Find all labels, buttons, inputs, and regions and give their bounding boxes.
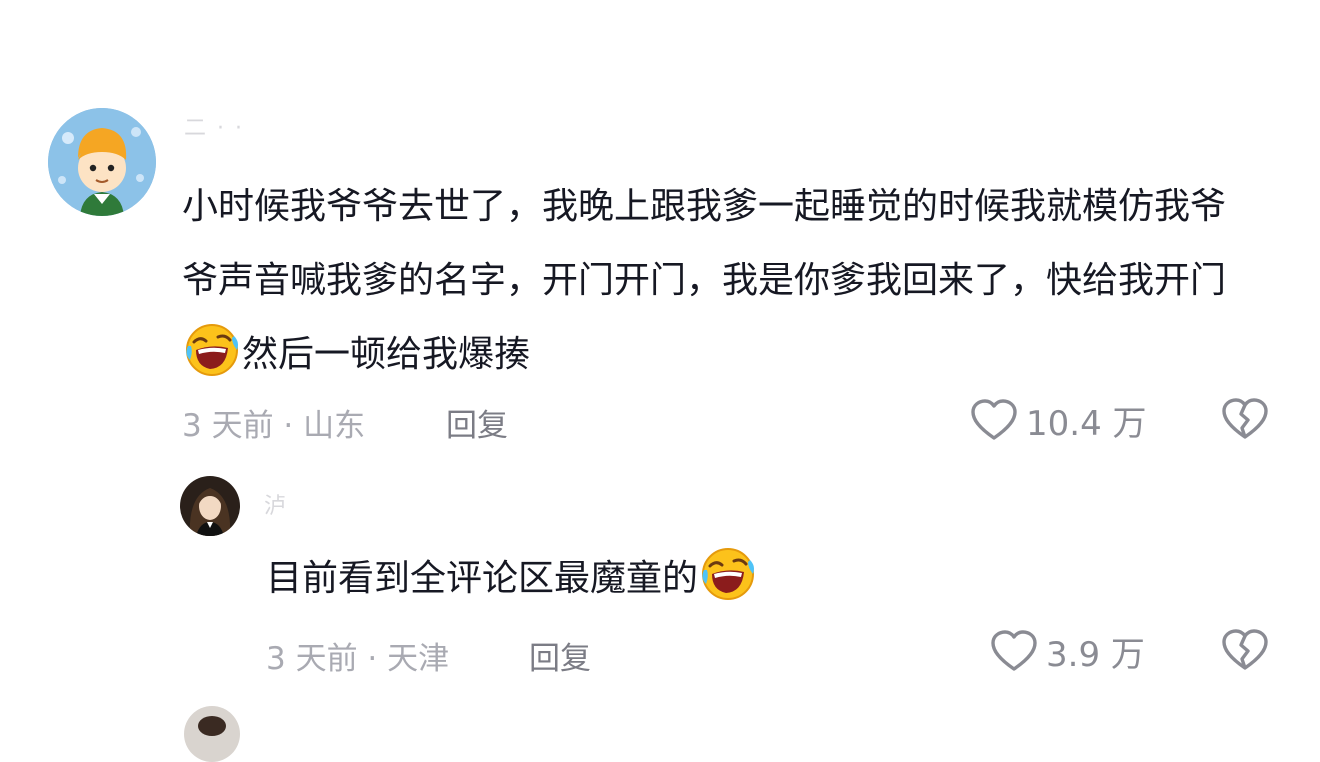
comment-text-part: 目前看到全评论区最魔童的 (266, 558, 699, 599)
comment-meta-time-location: 3 天前 · 山东 (182, 408, 366, 444)
comment-text: 小时候我爷爷去世了，我晚上跟我爹一起睡觉的时候我就模仿我爷爷声音喊我爹的名字，开… (182, 170, 1252, 392)
reply-comment-item: 泸 目前看到全评论区最魔童的 3 天前 · 天津 回复 3.9 万 (0, 470, 1320, 700)
comment-text: 目前看到全评论区最魔童的 (266, 542, 1266, 616)
rolling-on-floor-laughing-emoji-icon (700, 546, 756, 602)
broken-heart-icon[interactable] (1221, 627, 1269, 675)
like-count: 10.4 万 (1026, 404, 1147, 444)
reply-button[interactable]: 回复 (446, 400, 508, 445)
like-button[interactable]: 10.4 万 (970, 396, 1147, 445)
rolling-on-floor-laughing-emoji-icon (184, 322, 240, 378)
like-button[interactable]: 3.9 万 (990, 627, 1145, 676)
heart-icon (990, 628, 1038, 676)
comment-meta-time-location: 3 天前 · 天津 (266, 641, 450, 677)
comment-text-part: 然后一顿给我爆揍 (242, 334, 531, 375)
reply-button[interactable]: 回复 (529, 633, 591, 678)
heart-icon (970, 397, 1018, 445)
broken-heart-icon[interactable] (1221, 396, 1269, 444)
user-avatar[interactable] (180, 476, 240, 536)
comment-item: 二 · · 小时候我爷爷去世了，我晚上跟我爹一起睡觉的时候我就模仿我爷爷声音喊我… (0, 0, 1320, 470)
comment-text-part: 小时候我爷爷去世了，我晚上跟我爹一起睡觉的时候我就模仿我爷爷声音喊我爹的名字，开… (182, 186, 1227, 301)
like-count: 3.9 万 (1046, 635, 1145, 675)
user-avatar[interactable] (184, 706, 240, 762)
user-avatar[interactable] (48, 108, 156, 216)
username[interactable]: 二 · · (184, 110, 244, 142)
username[interactable]: 泸 (264, 488, 288, 520)
